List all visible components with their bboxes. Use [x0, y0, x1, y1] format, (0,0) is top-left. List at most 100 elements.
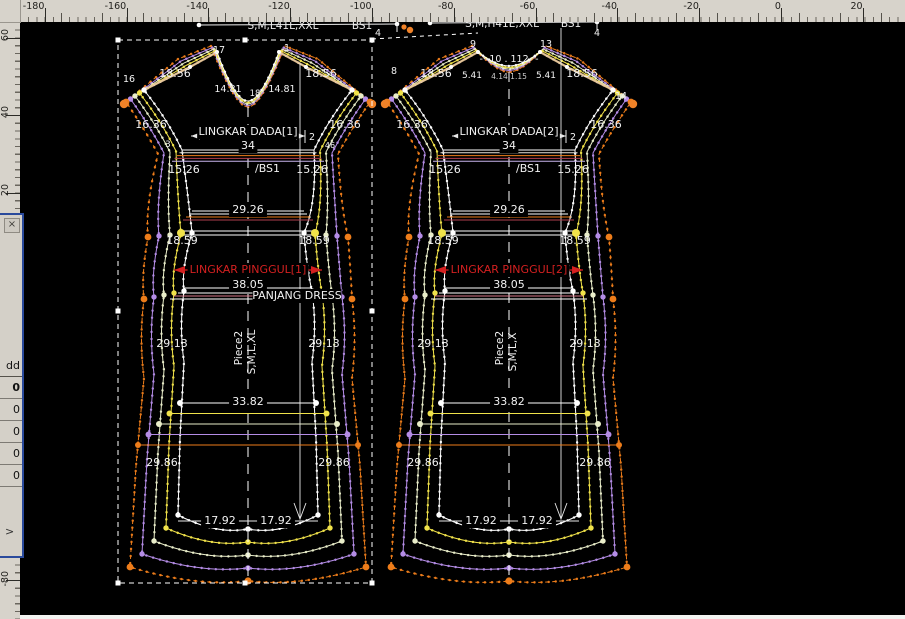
- sleeve-tip-marker: [120, 100, 128, 108]
- measurement-label: 29.86: [579, 456, 611, 469]
- measurement-label: 33.82: [232, 395, 264, 408]
- ruler-medium-ticks: [20, 13, 905, 22]
- ruler-major-tick: [617, 8, 618, 22]
- sleeve-tip-marker: [381, 100, 389, 108]
- chest-dimension-label: LINGKAR DADA[1]: [199, 125, 298, 138]
- ruler-unit-label: -60: [520, 1, 536, 12]
- length-dimension-label: PANJANG DRESS: [252, 289, 342, 302]
- grade-point-marker: [339, 538, 344, 543]
- point-number: 3: [165, 140, 170, 150]
- point-number: 4: [375, 28, 381, 39]
- point-number: 14: [615, 91, 627, 102]
- point-number: 2: [570, 132, 576, 143]
- grade-point-marker: [141, 87, 146, 92]
- measurement-label: 16.36: [396, 118, 428, 131]
- grade-point-marker: [327, 525, 332, 530]
- measurement-label: 18.56: [420, 67, 452, 80]
- grading-value-cell[interactable]: 0: [0, 399, 22, 421]
- grade-point-marker: [580, 290, 585, 295]
- pattern-canvas[interactable]: LINGKAR DADA[1]3429.26LINGKAR PINGGUL[1]…: [0, 0, 905, 619]
- measurement-label: 14.81: [214, 84, 241, 95]
- pattern-piece-front[interactable]: LINGKAR DADA[1]34 29.26 LINGKAR PINGGUL[1]…: [120, 43, 376, 585]
- selection-handle[interactable]: [370, 581, 375, 586]
- grade-point-marker: [141, 296, 148, 303]
- ruler-major-tick: [863, 8, 864, 22]
- grade-point-marker: [576, 512, 581, 517]
- measurement-label: 16.36: [135, 118, 167, 131]
- measurement-label: 29.26: [232, 203, 264, 216]
- close-icon[interactable]: ×: [4, 218, 20, 233]
- grading-value-cell[interactable]: 0: [0, 377, 22, 399]
- grade-point-marker: [402, 87, 407, 92]
- knee-marker: [135, 442, 141, 448]
- grade-point-marker: [432, 290, 437, 295]
- grade-point-marker: [606, 234, 613, 241]
- measurement-label: 33.82: [493, 395, 525, 408]
- ruler-unit-label: 60: [0, 29, 11, 41]
- grade-point-marker: [163, 525, 168, 530]
- knee-marker: [428, 411, 434, 417]
- statusbar-edge: [20, 615, 905, 619]
- ruler-unit-label: -140: [186, 1, 208, 12]
- piece-name-label: Piece2: [233, 331, 245, 365]
- grading-value-cell[interactable]: 0: [0, 465, 22, 487]
- seam-point: [538, 50, 542, 54]
- measurement-label: 18.56: [159, 67, 191, 80]
- selection-handle[interactable]: [370, 38, 375, 43]
- hip-dimension-label: LINGKAR PINGGUL[1]: [190, 263, 307, 276]
- grade-point-marker: [595, 233, 600, 238]
- grade-point-marker: [600, 294, 605, 299]
- pattern-piece-back[interactable]: LINGKAR DADA[2]3429.26LINGKAR PINGGUL[2]…: [381, 28, 637, 585]
- knee-marker: [438, 400, 444, 406]
- measurement-label: 5.41: [536, 71, 556, 81]
- point-number: 9: [470, 39, 476, 50]
- grade-point-marker: [351, 551, 356, 556]
- grade-point-marker: [315, 512, 320, 517]
- measurement-label: 29.86: [318, 456, 350, 469]
- measurement-label: 17.92: [465, 514, 497, 527]
- size-range-label: S,M,L,XL: [246, 330, 258, 375]
- grade-point-marker: [412, 538, 417, 543]
- grade-point-marker: [388, 564, 395, 571]
- grade-point-marker: [349, 296, 356, 303]
- baseline-ref-label: /BS1: [516, 162, 541, 175]
- grade-point-marker: [127, 564, 134, 571]
- size-range-label: S,M,L,X: [507, 333, 519, 372]
- knee-marker: [355, 442, 361, 448]
- ruler-unit-label: -100: [350, 1, 372, 12]
- arrow-left-icon: [435, 266, 446, 274]
- grade-point-marker: [358, 93, 363, 98]
- grade-point-marker: [349, 87, 354, 92]
- selection-handle[interactable]: [243, 581, 248, 586]
- point-number: 16: [123, 74, 135, 85]
- measurement-label: 16.36: [590, 118, 622, 131]
- grade-point-marker: [171, 290, 176, 295]
- arrow-left-icon: [174, 266, 185, 274]
- grade-point-marker: [422, 292, 427, 297]
- hip-dimension-label: LINGKAR PINGGUL[2]: [451, 263, 568, 276]
- baseline-annotation[interactable]: S,M,L41L,XXLBS14: [197, 20, 413, 39]
- measurement-label: 4.14 1.15: [491, 72, 527, 81]
- grade-point-marker: [145, 234, 152, 241]
- knee-marker: [396, 442, 402, 448]
- ruler-major-tick: [536, 8, 537, 22]
- grading-value-cell[interactable]: 0: [0, 443, 22, 465]
- ruler-unit-label: 20: [0, 184, 11, 196]
- selection-handle[interactable]: [116, 38, 121, 43]
- expand-panel-button[interactable]: >: [5, 525, 14, 538]
- ruler-unit-label: -20: [683, 1, 699, 12]
- horizontal-ruler: -180-160-140-120-100-80-60-40-20020: [20, 0, 905, 22]
- measurement-label: 34: [241, 139, 255, 152]
- measurement-label: 15.26: [429, 163, 461, 176]
- ruler-corner: [0, 0, 21, 23]
- grade-point-marker: [161, 292, 166, 297]
- piece-name-label: Piece2: [494, 331, 506, 365]
- point-number: 46: [325, 141, 335, 150]
- selection-handle[interactable]: [116, 309, 121, 314]
- grade-point-marker: [612, 551, 617, 556]
- selection-handle[interactable]: [370, 309, 375, 314]
- grading-value-cell[interactable]: 0: [0, 421, 22, 443]
- measurement-label: 14.81: [268, 84, 295, 95]
- selection-handle[interactable]: [243, 38, 248, 43]
- selection-handle[interactable]: [116, 581, 121, 586]
